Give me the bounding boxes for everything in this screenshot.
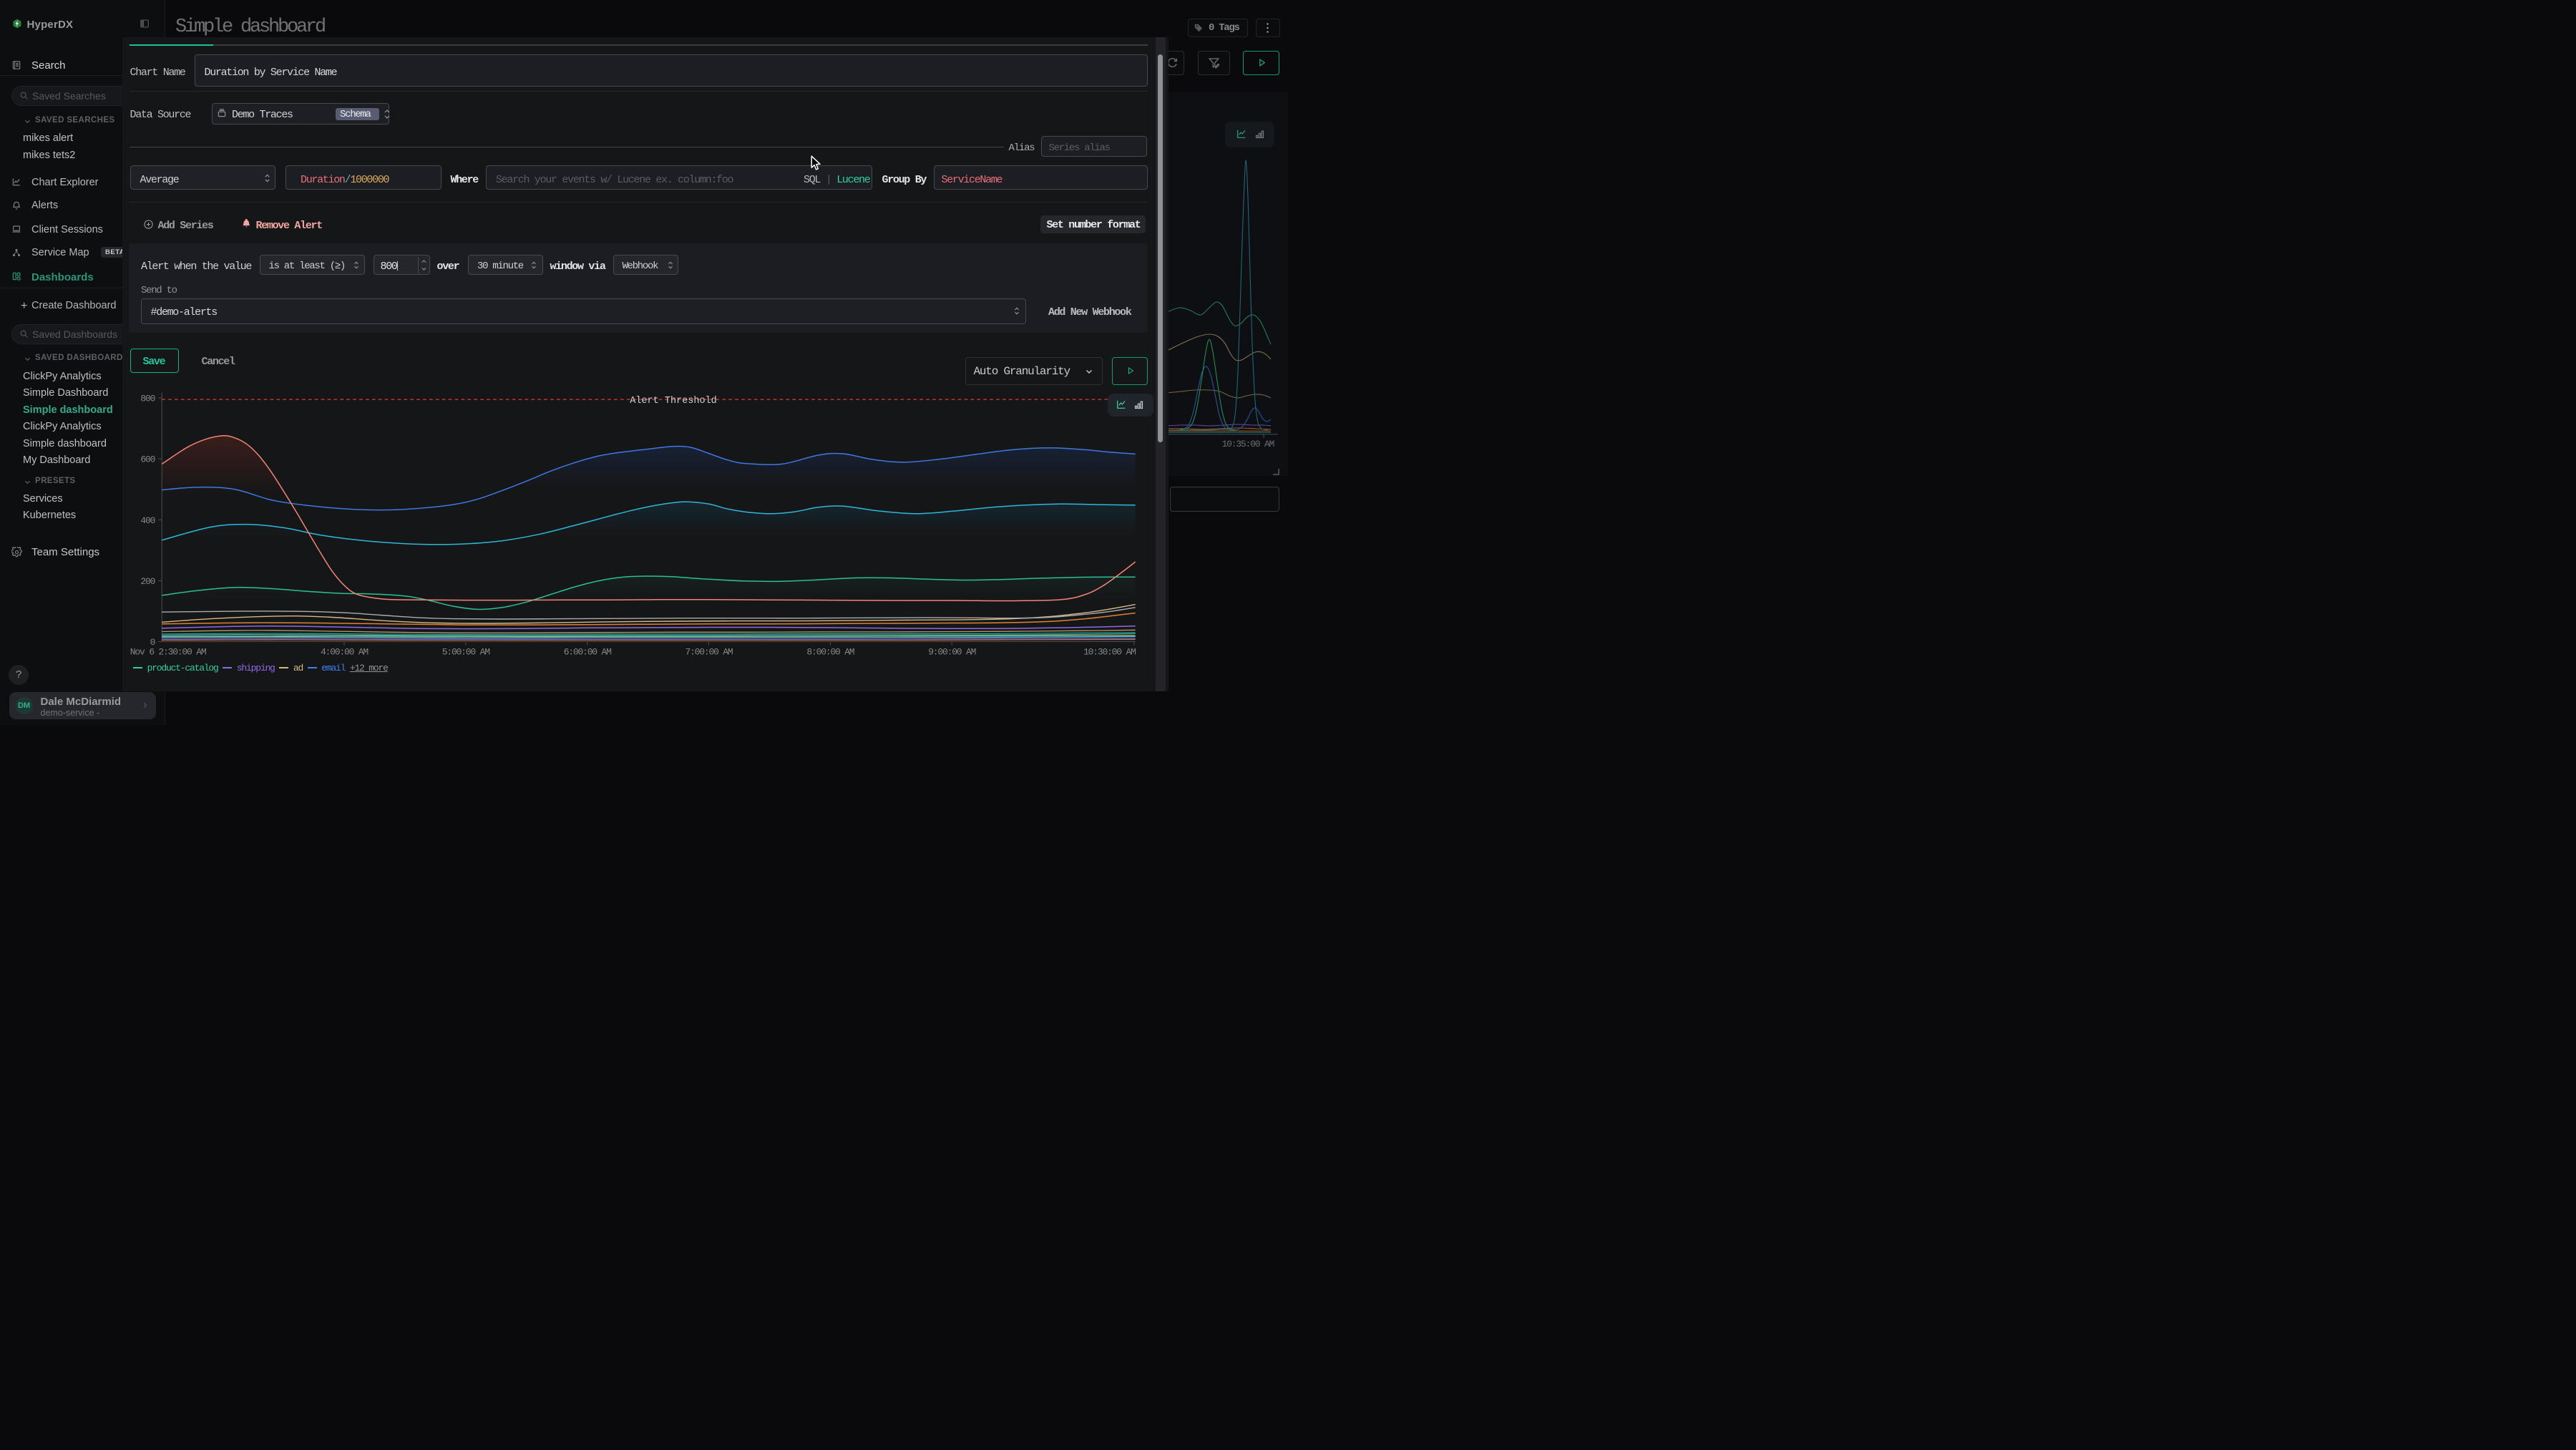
- svg-text:600: 600: [140, 454, 155, 464]
- svg-text:800: 800: [140, 393, 155, 404]
- svg-text:200: 200: [140, 575, 155, 586]
- svg-text:400: 400: [140, 515, 155, 525]
- svg-text:Nov 6 2:30:00 AM: Nov 6 2:30:00 AM: [130, 646, 205, 657]
- svg-text:6:00:00 AM: 6:00:00 AM: [563, 646, 610, 657]
- svg-text:5:00:00 AM: 5:00:00 AM: [441, 646, 489, 657]
- svg-text:9:00:00 AM: 9:00:00 AM: [928, 646, 975, 657]
- svg-text:4:00:00 AM: 4:00:00 AM: [320, 646, 367, 657]
- svg-text:10:30:00 AM: 10:30:00 AM: [1083, 646, 1136, 657]
- svg-text:7:00:00 AM: 7:00:00 AM: [685, 646, 732, 657]
- svg-text:Alert Threshold: Alert Threshold: [630, 395, 717, 406]
- svg-text:8:00:00 AM: 8:00:00 AM: [806, 646, 854, 657]
